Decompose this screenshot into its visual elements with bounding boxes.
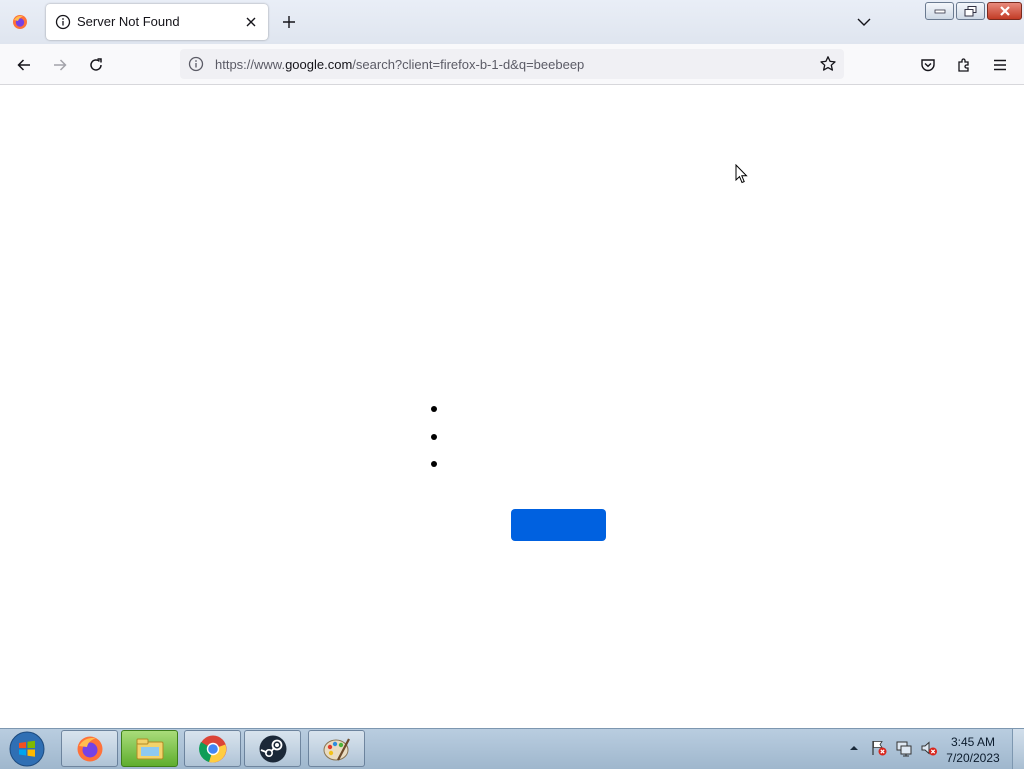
windows-start-icon bbox=[9, 731, 45, 767]
pocket-icon bbox=[921, 59, 935, 72]
address-bar[interactable]: https://www.google.com/search?client=fir… bbox=[180, 49, 844, 79]
firefox-icon bbox=[13, 15, 27, 29]
window-close-button[interactable] bbox=[987, 2, 1022, 20]
clock-date: 7/20/2023 bbox=[946, 751, 1000, 765]
list-all-tabs-button[interactable] bbox=[854, 12, 874, 32]
show-desktop-button[interactable] bbox=[1012, 729, 1024, 769]
star-icon[interactable] bbox=[819, 55, 837, 73]
url-text[interactable]: https://www.google.com/search?client=fir… bbox=[215, 57, 584, 72]
window-minimize-button[interactable] bbox=[925, 2, 954, 20]
firefox-view-button[interactable] bbox=[10, 12, 30, 32]
taskbar: 3:45 AM 7/20/2023 bbox=[0, 728, 1024, 769]
page-content bbox=[0, 85, 1024, 728]
tab-title: Server Not Found bbox=[77, 14, 180, 29]
navigation-toolbar: https://www.google.com/search?client=fir… bbox=[0, 44, 1024, 85]
url-host: google.com bbox=[285, 57, 353, 72]
restore-icon bbox=[964, 5, 977, 16]
network-icon bbox=[896, 741, 912, 757]
taskbar-firefox[interactable] bbox=[61, 730, 118, 767]
steam-icon bbox=[259, 735, 286, 762]
tab-server-not-found[interactable]: Server Not Found bbox=[46, 4, 268, 40]
window-restore-button[interactable] bbox=[956, 2, 985, 20]
taskbar-chrome[interactable] bbox=[184, 730, 241, 767]
clock-time: 3:45 AM bbox=[950, 735, 996, 749]
info-icon bbox=[55, 14, 71, 30]
system-tray bbox=[845, 737, 945, 759]
extensions-button[interactable] bbox=[953, 54, 975, 76]
start-button[interactable] bbox=[4, 730, 50, 768]
forward-arrow-icon bbox=[54, 59, 67, 71]
firefox-icon bbox=[77, 736, 102, 761]
reload-button[interactable] bbox=[85, 54, 107, 76]
taskbar-paint[interactable] bbox=[308, 730, 365, 767]
taskbar-steam[interactable] bbox=[244, 730, 301, 767]
tab-strip: Server Not Found bbox=[0, 0, 1024, 44]
new-tab-button[interactable] bbox=[279, 12, 299, 32]
reload-icon bbox=[90, 58, 102, 71]
chrome-icon bbox=[198, 735, 226, 763]
extensions-icon bbox=[958, 58, 969, 72]
close-icon bbox=[246, 17, 256, 27]
plus-icon bbox=[283, 16, 295, 28]
back-button[interactable] bbox=[13, 54, 35, 76]
app-menu-button[interactable] bbox=[989, 54, 1011, 76]
taskbar-file-manager[interactable] bbox=[121, 730, 178, 767]
action-center-flag-icon bbox=[872, 741, 887, 756]
menu-icon bbox=[994, 59, 1006, 71]
site-info-icon[interactable] bbox=[188, 56, 204, 72]
taskbar-clock[interactable]: 3:45 AM 7/20/2023 bbox=[936, 734, 1010, 766]
back-arrow-icon bbox=[17, 59, 30, 71]
close-icon bbox=[999, 6, 1010, 16]
show-hidden-icons-button[interactable] bbox=[845, 739, 863, 757]
file-manager-icon bbox=[136, 738, 163, 759]
minimize-icon bbox=[934, 9, 945, 14]
url-prefix: https://www. bbox=[215, 57, 286, 72]
pocket-button[interactable] bbox=[917, 54, 939, 76]
forward-button[interactable] bbox=[49, 54, 71, 76]
network-tray[interactable] bbox=[895, 739, 913, 757]
action-center-tray[interactable] bbox=[870, 739, 888, 757]
show-hidden-icons-icon bbox=[850, 746, 858, 750]
try-again-button[interactable] bbox=[511, 509, 606, 541]
url-suffix: /search?client=firefox-b-1-d&q=beebeep bbox=[352, 57, 585, 72]
tab-close-button[interactable] bbox=[242, 13, 260, 31]
paint-icon bbox=[323, 737, 350, 761]
chevron-down-icon bbox=[857, 18, 871, 26]
mouse-cursor-icon bbox=[735, 164, 748, 184]
